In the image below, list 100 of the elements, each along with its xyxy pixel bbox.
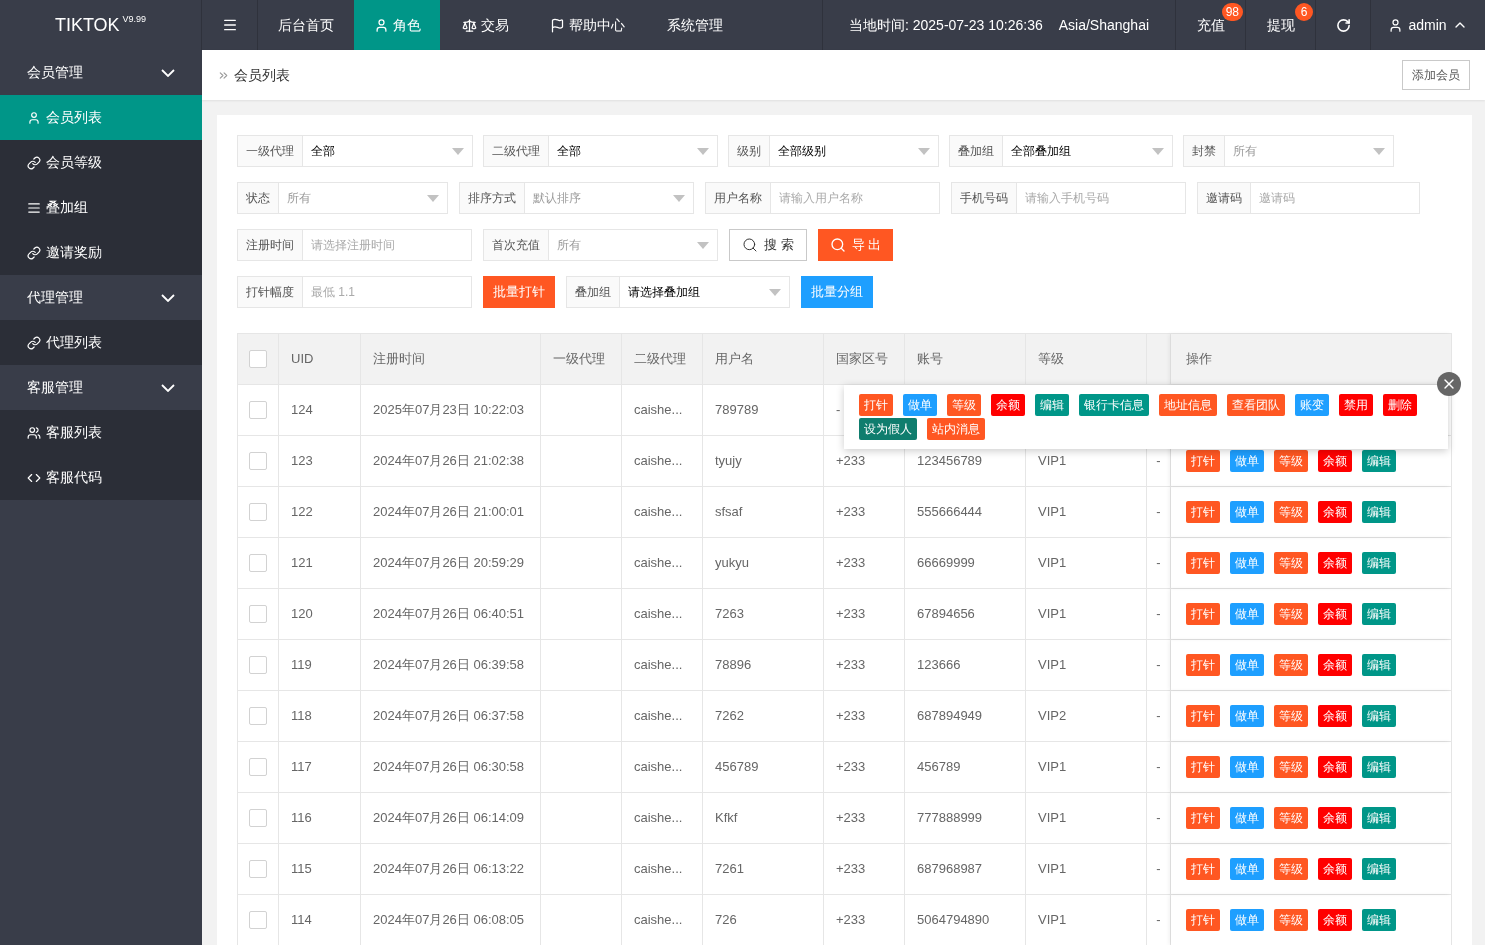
action-button[interactable]: 打针 [859,394,893,416]
action-button[interactable]: 做单 [1230,552,1264,574]
search-button[interactable]: 搜 索 [729,229,807,261]
sidebar-group[interactable]: 代理管理 [0,275,202,320]
sidebar-item[interactable]: 会员列表 [0,95,202,140]
action-button[interactable]: 做单 [1230,756,1264,778]
select-field[interactable]: 首次充值 所有 [483,229,718,261]
action-button[interactable]: 做单 [1230,450,1264,472]
action-button[interactable]: 做单 [1230,807,1264,829]
select-field[interactable]: 状态 所有 [237,182,448,214]
action-button[interactable]: 余额 [1318,552,1352,574]
checkbox[interactable] [249,911,267,929]
select-field[interactable]: 叠加组 全部叠加组 [949,135,1173,167]
action-button[interactable]: 编辑 [1362,654,1396,676]
action-button[interactable]: 余额 [991,394,1025,416]
add-member-button[interactable]: 添加会员 [1402,60,1470,90]
action-button[interactable]: 做单 [1230,909,1264,931]
action-button[interactable]: 做单 [1230,858,1264,880]
checkbox[interactable] [249,503,267,521]
action-button[interactable]: 做单 [1230,501,1264,523]
batch-button[interactable]: 批量打针 [483,276,555,308]
top-menu-item[interactable]: 帮助中心 [530,0,645,50]
action-button[interactable]: 编辑 [1362,603,1396,625]
action-button[interactable]: 银行卡信息 [1079,394,1149,416]
sidebar-item[interactable]: 会员等级 [0,140,202,185]
action-button[interactable]: 编辑 [1362,552,1396,574]
select-field[interactable]: 级别 全部级别 [728,135,939,167]
sidebar-item[interactable]: 叠加组 [0,185,202,230]
checkbox[interactable] [249,809,267,827]
action-button[interactable]: 做单 [1230,654,1264,676]
action-button[interactable]: 打针 [1186,756,1220,778]
action-button[interactable]: 等级 [1274,552,1308,574]
sidebar-item[interactable]: 客服代码 [0,455,202,500]
labeled-input[interactable]: 邀请码 邀请码 [1197,182,1420,214]
labeled-input[interactable]: 注册时间 请选择注册时间 [237,229,472,261]
action-button[interactable]: 等级 [1274,603,1308,625]
action-button[interactable]: 账变 [1295,394,1329,416]
sidebar-item[interactable]: 代理列表 [0,320,202,365]
action-button[interactable]: 打针 [1186,807,1220,829]
sidebar-group[interactable]: 会员管理 [0,50,202,95]
top-menu-item[interactable]: 后台首页 [258,0,354,50]
action-button[interactable]: 等级 [1274,705,1308,727]
action-button[interactable]: 等级 [1274,807,1308,829]
checkbox[interactable] [249,656,267,674]
action-button[interactable]: 等级 [1274,858,1308,880]
action-button[interactable]: 编辑 [1362,807,1396,829]
action-button[interactable]: 做单 [1230,603,1264,625]
action-button[interactable]: 等级 [1274,654,1308,676]
action-button[interactable]: 打针 [1186,909,1220,931]
top-menu-item[interactable]: 系统管理 [645,0,745,50]
action-button[interactable]: 余额 [1318,654,1352,676]
select-field[interactable]: 叠加组 请选择叠加组 [566,276,790,308]
batch-button[interactable]: 批量分组 [801,276,873,308]
action-button[interactable]: 等级 [1274,909,1308,931]
action-button[interactable]: 站内消息 [927,418,985,440]
checkbox[interactable] [249,758,267,776]
select-field[interactable]: 一级代理 全部 [237,135,473,167]
checkbox[interactable] [249,401,267,419]
checkbox[interactable] [249,860,267,878]
action-button[interactable]: 设为假人 [859,418,917,440]
export-button[interactable]: 导 出 [817,229,894,261]
select-field[interactable]: 封禁 所有 [1183,135,1394,167]
action-button[interactable]: 余额 [1318,501,1352,523]
action-button[interactable]: 查看团队 [1227,394,1285,416]
action-button[interactable]: 打针 [1186,501,1220,523]
sidebar-item[interactable]: 客服列表 [0,410,202,455]
action-button[interactable]: 余额 [1318,756,1352,778]
action-button[interactable]: 等级 [1274,756,1308,778]
action-button[interactable]: 编辑 [1035,394,1069,416]
action-button[interactable]: 打针 [1186,705,1220,727]
labeled-input[interactable]: 用户名称 请输入用户名称 [705,182,940,214]
action-button[interactable]: 余额 [1318,807,1352,829]
action-button[interactable]: 余额 [1318,450,1352,472]
action-button[interactable]: 余额 [1318,858,1352,880]
labeled-input[interactable]: 手机号码 请输入手机号码 [951,182,1186,214]
select-field[interactable]: 排序方式 默认排序 [459,182,694,214]
action-button[interactable]: 余额 [1318,603,1352,625]
close-button[interactable] [1437,372,1461,396]
action-button[interactable]: 地址信息 [1159,394,1217,416]
checkbox[interactable] [249,554,267,572]
action-button[interactable]: 余额 [1318,705,1352,727]
top-menu-item[interactable]: 交易 [440,0,530,50]
action-button[interactable]: 做单 [1230,705,1264,727]
action-button[interactable]: 编辑 [1362,858,1396,880]
action-button[interactable]: 编辑 [1362,705,1396,727]
sidebar-item[interactable]: 邀请奖励 [0,230,202,275]
sidebar-group[interactable]: 客服管理 [0,365,202,410]
top-menu-item[interactable]: 角色 [354,0,440,50]
select-field[interactable]: 二级代理 全部 [483,135,718,167]
breadcrumb-text[interactable]: 会员列表 [234,64,290,86]
action-button[interactable]: 等级 [1274,450,1308,472]
action-button[interactable]: 等级 [947,394,981,416]
labeled-input[interactable]: 打针幅度 最低 1.1 [237,276,472,308]
action-button[interactable]: 打针 [1186,858,1220,880]
action-button[interactable]: 打针 [1186,603,1220,625]
action-button[interactable]: 余额 [1318,909,1352,931]
action-button[interactable]: 打针 [1186,552,1220,574]
action-button[interactable]: 删除 [1383,394,1417,416]
checkbox[interactable] [249,350,267,368]
checkbox[interactable] [249,452,267,470]
